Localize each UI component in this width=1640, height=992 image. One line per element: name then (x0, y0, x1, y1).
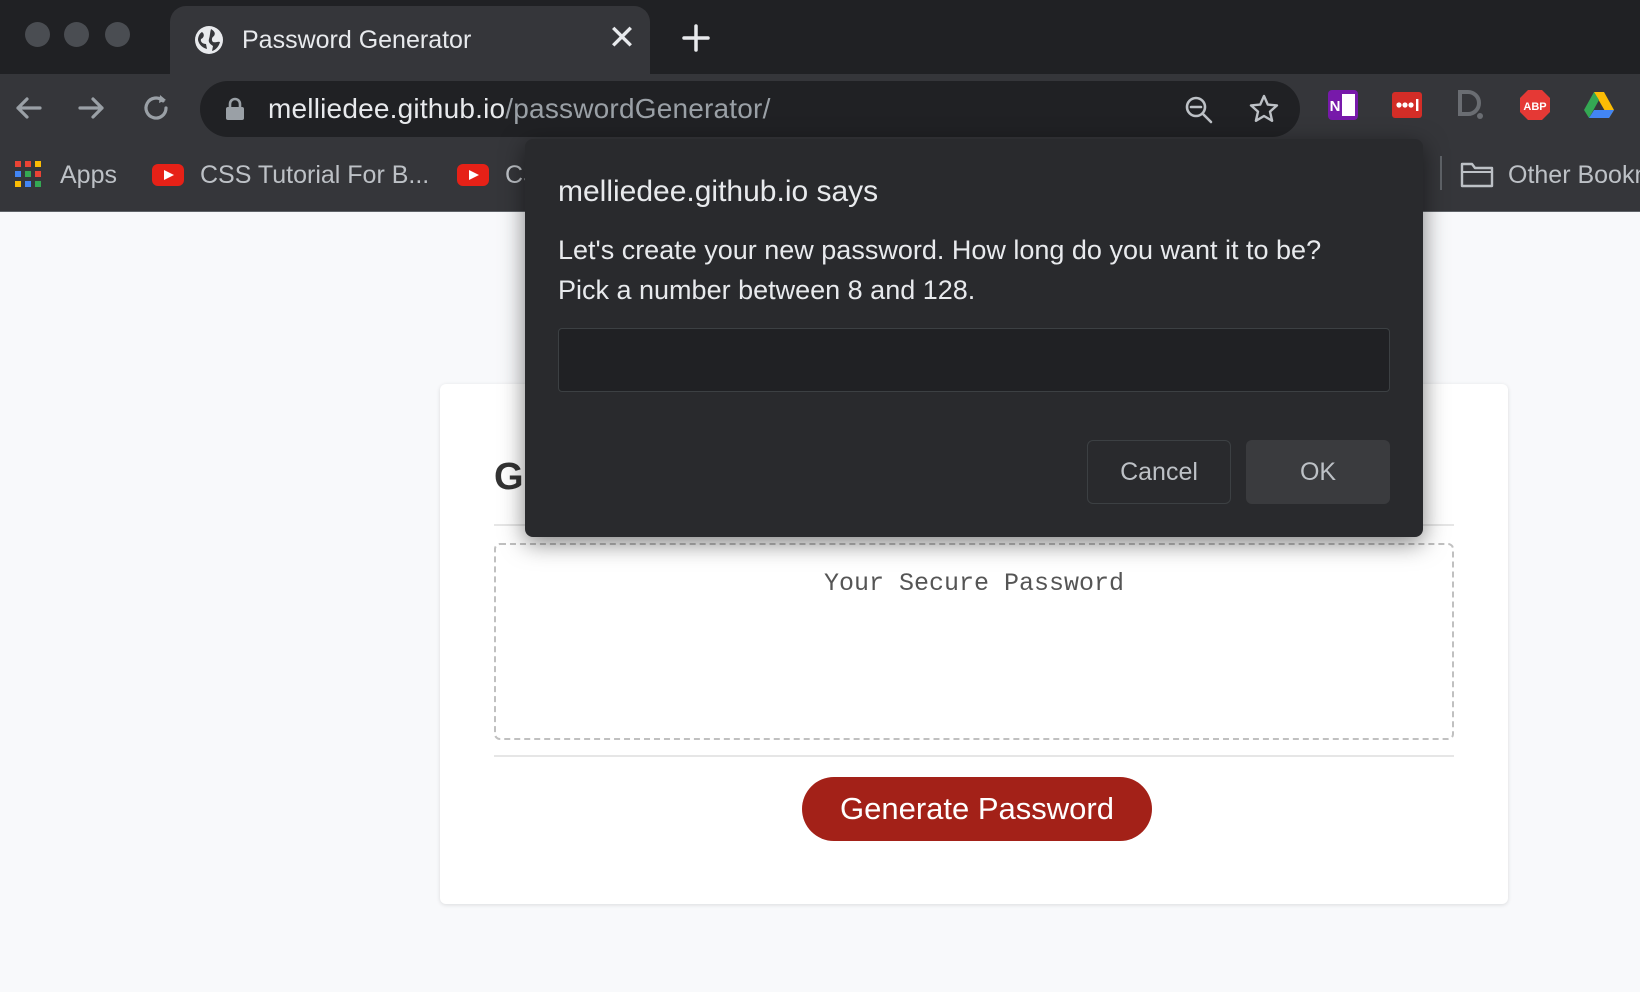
url-path: /passwordGenerator/ (505, 93, 771, 124)
divider (494, 755, 1454, 757)
password-textarea[interactable]: Your Secure Password (494, 543, 1454, 740)
bookmark-divider (1440, 156, 1442, 190)
abp-label: ABP (1523, 101, 1546, 113)
ok-button[interactable]: OK (1246, 440, 1390, 504)
tab-close-icon[interactable]: ✕ (604, 20, 640, 56)
bookmark-apps[interactable]: Apps (60, 161, 117, 190)
google-drive-icon[interactable] (1582, 88, 1616, 122)
youtube-icon (457, 164, 489, 186)
prompt-dialog: melliedee.github.io says Let's create yo… (525, 139, 1423, 537)
maximize-window-button[interactable] (105, 22, 130, 47)
browser-tab[interactable]: Password Generator ✕ (170, 6, 650, 74)
zoom-out-icon[interactable] (1184, 95, 1214, 125)
bookmark-css-tutorial[interactable]: CSS Tutorial For B... (200, 161, 429, 190)
dialog-message-line1: Let's create your new password. How long… (558, 235, 1322, 265)
url-text[interactable]: melliedee.github.io/passwordGenerator/ (268, 93, 771, 125)
card-title: G (494, 456, 524, 498)
dialog-message-line2: Pick a number between 8 and 128. (558, 275, 976, 305)
generate-password-button[interactable]: Generate Password (802, 777, 1152, 841)
folder-icon[interactable] (1460, 160, 1494, 188)
minimize-window-button[interactable] (64, 22, 89, 47)
dashlane-icon[interactable] (1454, 88, 1488, 122)
back-arrow-icon[interactable] (8, 88, 48, 128)
bookmark-star-icon[interactable] (1248, 93, 1280, 125)
browser-title-bar: Password Generator ✕ (0, 0, 1640, 74)
abp-icon[interactable]: ABP (1518, 88, 1552, 122)
close-window-button[interactable] (25, 22, 50, 47)
url-host: melliedee.github.io (268, 93, 506, 124)
cancel-button[interactable]: Cancel (1087, 440, 1231, 504)
youtube-icon (152, 164, 184, 186)
password-placeholder: Your Secure Password (823, 569, 1125, 598)
dialog-title: melliedee.github.io says (558, 175, 879, 208)
apps-grid-icon[interactable] (14, 160, 42, 188)
svg-text:N: N (1330, 98, 1341, 115)
onenote-icon[interactable]: N (1326, 88, 1360, 122)
address-bar[interactable]: melliedee.github.io/passwordGenerator/ (200, 81, 1300, 137)
lock-icon[interactable] (224, 97, 246, 121)
tab-title: Password Generator (242, 26, 472, 54)
forward-arrow-icon[interactable] (72, 88, 112, 128)
bookmark-other[interactable]: Other Bookm (1508, 161, 1640, 190)
lastpass-icon[interactable] (1390, 88, 1424, 122)
reload-icon[interactable] (136, 88, 176, 128)
dialog-text-input[interactable] (558, 328, 1390, 392)
new-tab-plus-icon[interactable] (676, 18, 716, 58)
globe-icon (195, 26, 223, 54)
